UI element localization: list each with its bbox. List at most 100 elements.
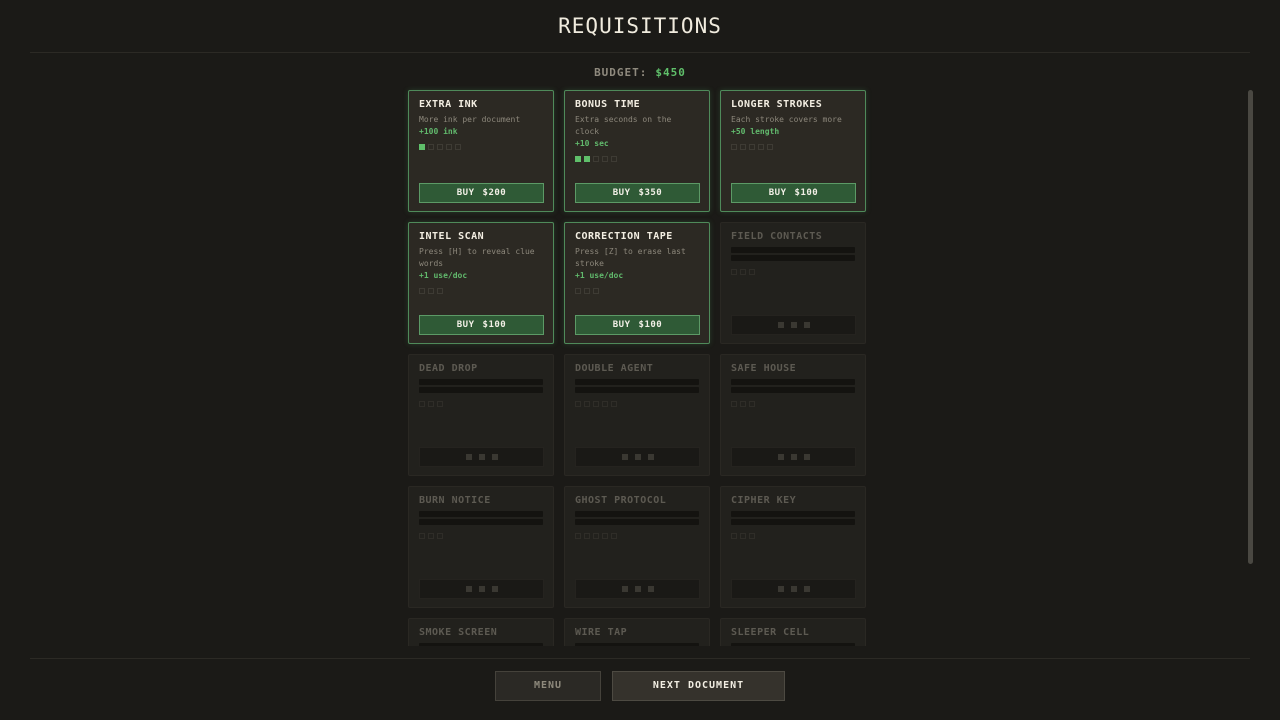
buy-price: $350 xyxy=(638,188,663,198)
upgrade-card: LONGER STROKES Each stroke covers more +50… xyxy=(720,90,866,212)
level-pip xyxy=(428,533,434,539)
upgrade-level-pips xyxy=(419,144,543,150)
redacted-text-bar xyxy=(731,379,855,385)
level-pip xyxy=(419,401,425,407)
level-pip xyxy=(584,156,590,162)
level-pip xyxy=(731,144,737,150)
level-pip xyxy=(428,288,434,294)
upgrade-name: WIRE TAP xyxy=(575,627,628,638)
level-pip xyxy=(749,401,755,407)
upgrade-name: SLEEPER CELL xyxy=(731,627,810,638)
upgrade-card: WIRE TAP xyxy=(564,618,710,646)
level-pip xyxy=(602,533,608,539)
locked-dot-icon xyxy=(777,586,784,592)
upgrade-level-pips xyxy=(575,401,699,407)
scrollbar[interactable] xyxy=(1248,90,1253,564)
level-pip xyxy=(428,401,434,407)
redacted-text-bar xyxy=(419,511,543,517)
level-pip xyxy=(419,533,425,539)
locked-dot-icon xyxy=(790,454,797,460)
locked-dot-icon xyxy=(647,586,654,592)
upgrade-level-pips xyxy=(731,269,855,275)
redacted-text-bar xyxy=(419,519,543,525)
upgrade-effect: +10 sec xyxy=(575,139,609,148)
locked-button xyxy=(419,579,544,599)
level-pip xyxy=(749,269,755,275)
level-pip xyxy=(749,533,755,539)
upgrade-description: Each stroke covers more xyxy=(731,115,842,124)
menu-button[interactable]: MENU xyxy=(495,671,601,701)
upgrade-effect: +1 use/doc xyxy=(419,271,468,280)
buy-price: $100 xyxy=(794,188,819,198)
buy-label: BUY xyxy=(456,188,475,198)
locked-dot-icon xyxy=(790,322,797,328)
upgrade-card: SMOKE SCREEN xyxy=(408,618,554,646)
upgrade-effect: +100 ink xyxy=(419,127,458,136)
buy-price: $200 xyxy=(482,188,507,198)
level-pip xyxy=(731,269,737,275)
upgrade-list-viewport[interactable]: EXTRA INK More ink per document +100 ink BU… xyxy=(400,86,880,646)
budget-amount: $450 xyxy=(655,66,686,79)
locked-button xyxy=(731,315,856,335)
redacted-text-bar xyxy=(731,519,855,525)
level-pip xyxy=(593,288,599,294)
upgrade-description: Press [Z] to erase last stroke xyxy=(575,247,686,268)
level-pip xyxy=(611,533,617,539)
upgrade-name: EXTRA INK xyxy=(419,99,478,110)
redacted-text-bar xyxy=(731,511,855,517)
upgrade-name: CIPHER KEY xyxy=(731,495,797,506)
locked-dot-icon xyxy=(790,586,797,592)
locked-dot-icon xyxy=(634,454,641,460)
buy-button[interactable]: BUY $200 xyxy=(419,183,544,203)
locked-dot-icon xyxy=(491,586,498,592)
upgrade-card: BONUS TIME Extra seconds on the clock +10 … xyxy=(564,90,710,212)
level-pip xyxy=(740,269,746,275)
buy-label: BUY xyxy=(612,320,631,330)
locked-dot-icon xyxy=(465,586,472,592)
level-pip xyxy=(740,401,746,407)
buy-button[interactable]: BUY $100 xyxy=(575,315,700,335)
level-pip xyxy=(602,401,608,407)
level-pip xyxy=(575,156,581,162)
level-pip xyxy=(437,144,443,150)
locked-dot-icon xyxy=(803,454,810,460)
footer-divider xyxy=(30,658,1250,659)
level-pip xyxy=(455,144,461,150)
redacted-text-bar xyxy=(575,519,699,525)
scrollbar-thumb[interactable] xyxy=(1248,90,1253,564)
upgrade-grid: EXTRA INK More ink per document +100 ink BU… xyxy=(408,90,866,646)
upgrade-card: DOUBLE AGENT xyxy=(564,354,710,476)
locked-button xyxy=(731,579,856,599)
redacted-text-bar xyxy=(731,387,855,393)
locked-dot-icon xyxy=(634,586,641,592)
level-pip xyxy=(437,288,443,294)
upgrade-description: Extra seconds on the clock xyxy=(575,115,672,136)
level-pip xyxy=(593,156,599,162)
buy-button[interactable]: BUY $350 xyxy=(575,183,700,203)
upgrade-card: DEAD DROP xyxy=(408,354,554,476)
level-pip xyxy=(446,144,452,150)
redacted-text-bar xyxy=(419,387,543,393)
locked-dot-icon xyxy=(803,322,810,328)
level-pip xyxy=(575,288,581,294)
buy-button[interactable]: BUY $100 xyxy=(419,315,544,335)
level-pip xyxy=(584,288,590,294)
upgrade-card: EXTRA INK More ink per document +100 ink BU… xyxy=(408,90,554,212)
upgrade-level-pips xyxy=(575,288,699,294)
page-title: REQUISITIONS xyxy=(558,14,722,38)
upgrade-card: SLEEPER CELL xyxy=(720,618,866,646)
level-pip xyxy=(419,288,425,294)
upgrade-card: SAFE HOUSE xyxy=(720,354,866,476)
redacted-text-bar xyxy=(575,511,699,517)
next-document-button[interactable]: NEXT DOCUMENT xyxy=(612,671,785,701)
upgrade-name: SMOKE SCREEN xyxy=(419,627,498,638)
buy-price: $100 xyxy=(482,320,507,330)
locked-button xyxy=(575,447,700,467)
budget-label: BUDGET: xyxy=(594,66,648,79)
level-pip xyxy=(767,144,773,150)
upgrade-description: More ink per document xyxy=(419,115,521,124)
upgrade-level-pips xyxy=(575,156,699,162)
upgrade-card: CIPHER KEY xyxy=(720,486,866,608)
upgrade-name: BURN NOTICE xyxy=(419,495,491,506)
buy-button[interactable]: BUY $100 xyxy=(731,183,856,203)
